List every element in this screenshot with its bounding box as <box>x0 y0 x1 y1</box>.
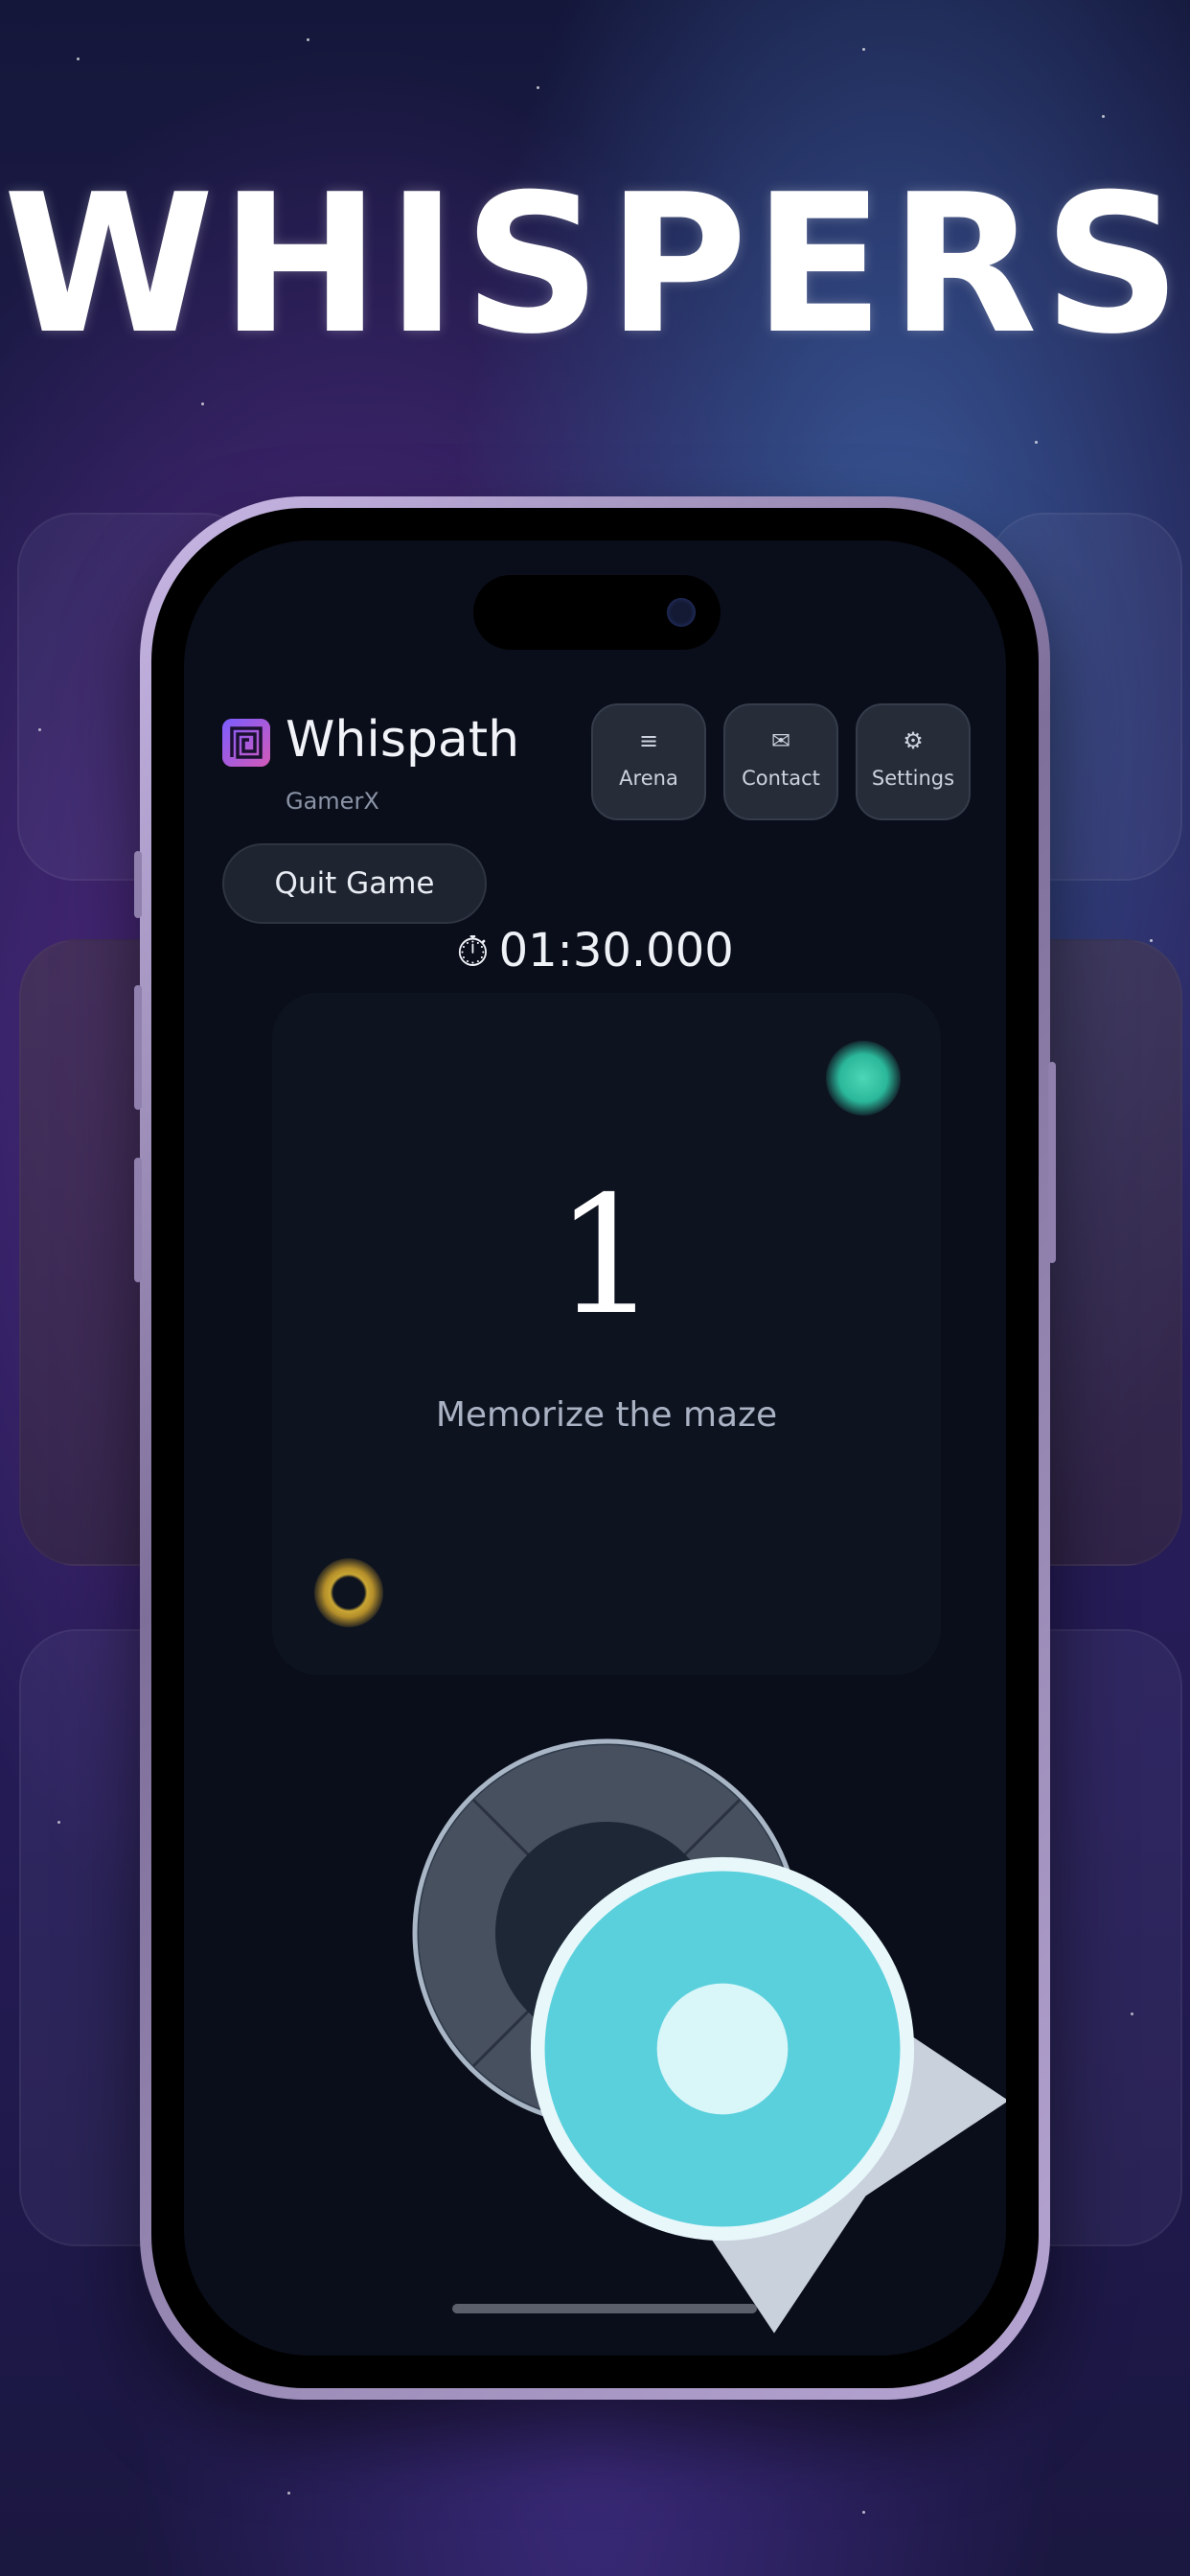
nav-label: Settings <box>871 767 955 790</box>
maze-logo-icon <box>222 719 270 767</box>
username: GamerX <box>286 788 379 815</box>
gear-icon: ⚙ <box>903 727 924 754</box>
app-screen: Whispath GamerX ≡ Arena ✉ Contact ⚙ Sett… <box>184 540 1006 2356</box>
nav-label: Arena <box>619 767 678 790</box>
list-icon: ≡ <box>638 727 659 754</box>
mail-icon: ✉ <box>770 727 791 754</box>
promo-title: WHISPERS <box>3 153 1187 377</box>
center-action-button[interactable] <box>526 1852 919 2245</box>
dynamic-island <box>473 575 721 650</box>
game-timer: ⏱ 01:30.000 <box>184 924 1006 978</box>
nav-contact-button[interactable]: ✉ Contact <box>723 703 838 820</box>
phone-frame: Whispath GamerX ≡ Arena ✉ Contact ⚙ Sett… <box>134 496 1056 2400</box>
quit-game-button[interactable]: Quit Game <box>222 843 487 924</box>
maze-board[interactable]: 1 Memorize the maze <box>272 993 941 1675</box>
direction-pad[interactable] <box>410 1736 1006 2334</box>
goal-orb <box>826 1041 901 1116</box>
player-orb <box>314 1558 383 1627</box>
home-indicator <box>452 2304 757 2313</box>
timer-value: 01:30.000 <box>498 924 734 978</box>
nav-settings-button[interactable]: ⚙ Settings <box>856 703 971 820</box>
nav-label: Contact <box>742 767 820 790</box>
memorize-hint: Memorize the maze <box>435 1395 778 1435</box>
countdown-number: 1 <box>554 1162 659 1351</box>
app-title: Whispath <box>286 711 520 769</box>
nav-arena-button[interactable]: ≡ Arena <box>591 703 706 820</box>
stopwatch-icon: ⏱ <box>456 928 490 977</box>
